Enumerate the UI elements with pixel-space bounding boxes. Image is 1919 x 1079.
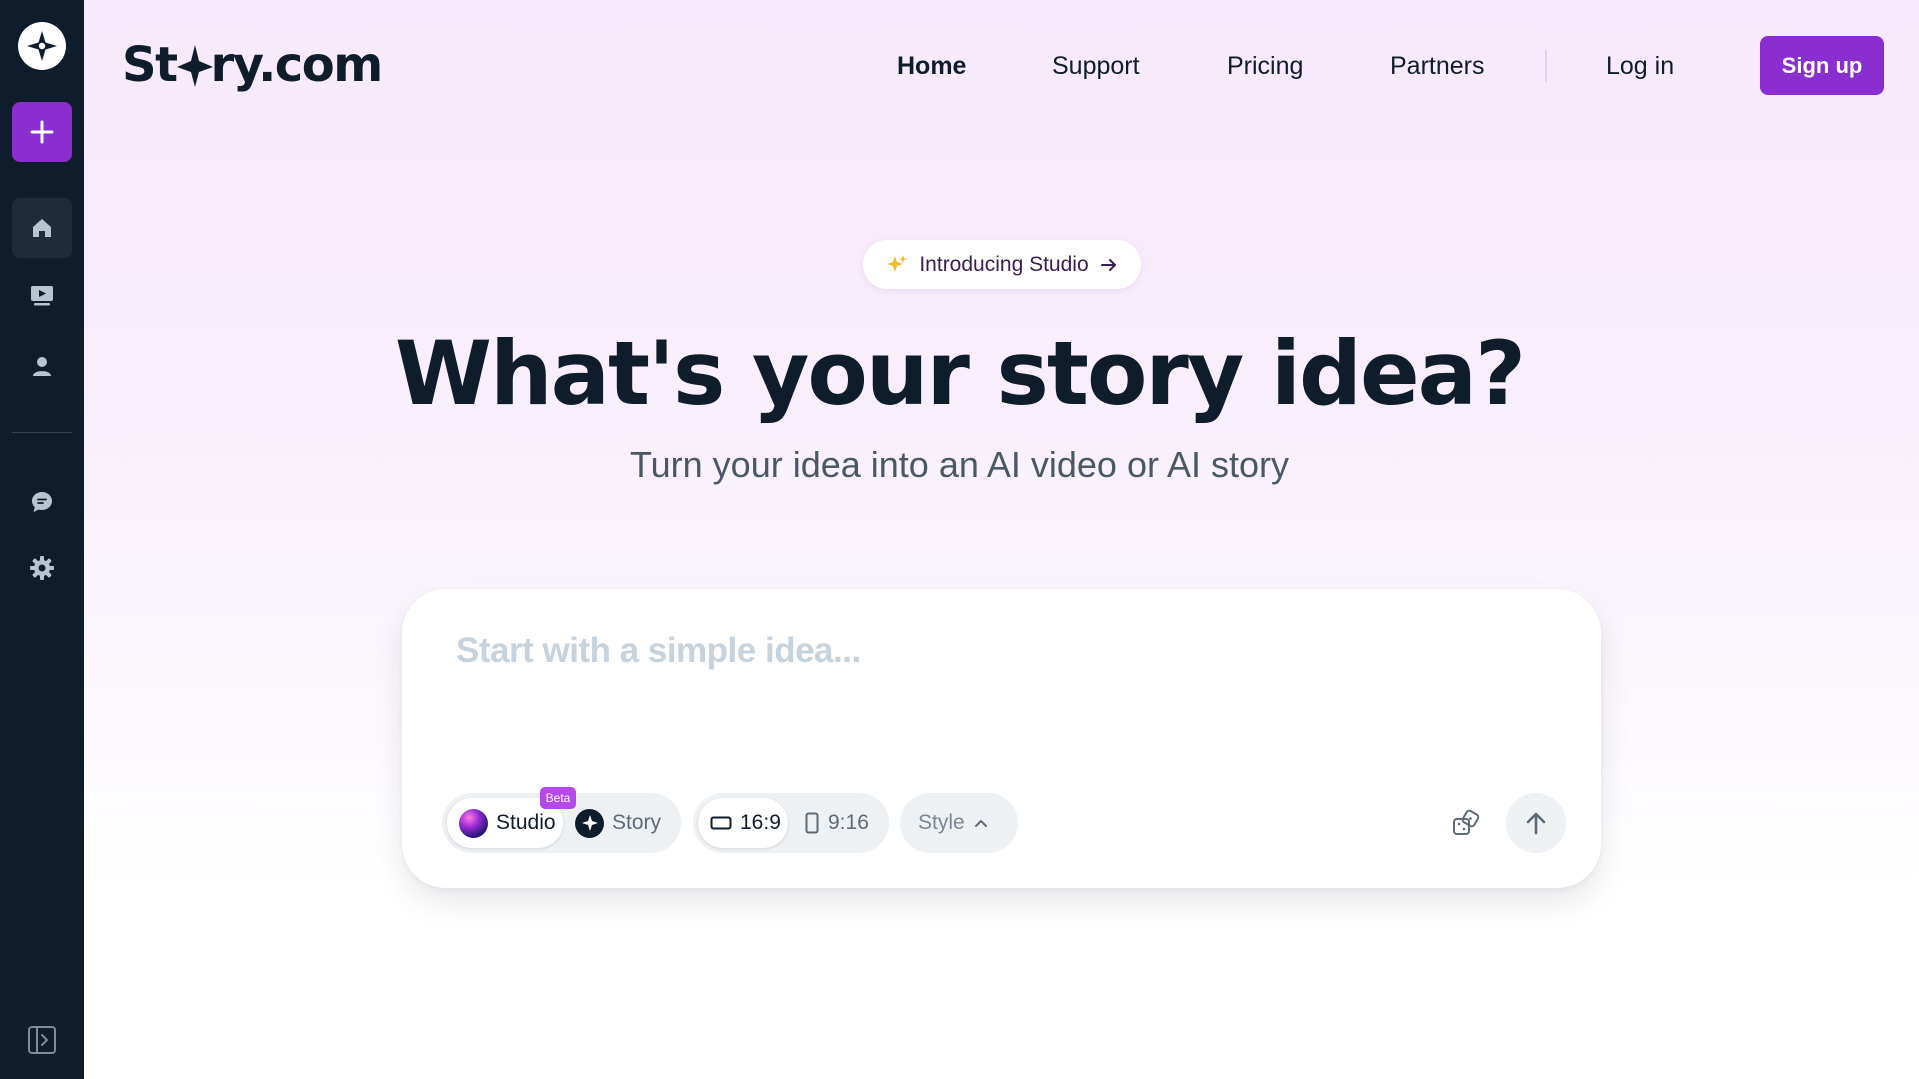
sidebar — [0, 0, 84, 1079]
video-library-icon — [31, 286, 53, 306]
sparkles-icon — [887, 254, 908, 272]
aspect-9-16-label: 9:16 — [828, 811, 869, 834]
chevron-up-icon — [974, 820, 987, 827]
page-subtitle: Turn your idea into an AI video or AI st… — [629, 444, 1290, 485]
random-idea-button[interactable] — [1444, 800, 1490, 846]
sidebar-item-home[interactable] — [12, 198, 72, 258]
nav-support-link[interactable]: Support — [1052, 44, 1140, 88]
main-area — [84, 0, 1919, 1079]
new-story-button[interactable] — [12, 102, 72, 162]
story-icon — [575, 808, 604, 838]
signup-button[interactable]: Sign up — [1760, 36, 1884, 95]
sidebar-toggle-icon — [28, 1026, 56, 1054]
mode-story-option[interactable]: Story — [571, 798, 677, 848]
prompt-card: Studio Story 16:9 9:16 Style — [402, 589, 1601, 888]
nav-home-link[interactable]: Home — [897, 44, 966, 88]
mode-story-label: Story — [612, 811, 662, 834]
style-dropdown-content: Style — [918, 798, 989, 848]
submit-idea-button[interactable] — [1506, 793, 1566, 853]
collapse-sidebar-button[interactable] — [16, 1014, 68, 1066]
idea-input[interactable] — [454, 629, 1548, 753]
nav-divider — [1545, 50, 1547, 82]
mode-studio-label: Studio — [496, 811, 556, 834]
style-label: Style — [918, 811, 965, 834]
home-icon — [33, 219, 51, 237]
studio-icon — [459, 808, 488, 838]
sidebar-item-videos[interactable] — [12, 266, 72, 326]
beta-badge: Beta — [540, 787, 576, 809]
aspect-ratio-selector: 16:9 9:16 — [693, 793, 889, 853]
nav-pricing-link[interactable]: Pricing — [1227, 44, 1303, 88]
aspect-16-9-option[interactable]: 16:9 — [698, 798, 788, 848]
aspect-16-9-label: 16:9 — [740, 811, 781, 834]
arrow-right-icon — [1100, 258, 1116, 271]
landscape-icon — [710, 816, 732, 830]
nav-login-link[interactable]: Log in — [1606, 44, 1674, 88]
dice-icon — [1453, 809, 1480, 835]
portrait-icon — [805, 812, 819, 834]
arrow-up-icon — [1526, 812, 1546, 835]
page-title: What's your story idea? — [394, 322, 1526, 425]
style-dropdown[interactable]: Style — [900, 793, 1018, 853]
chat-bubble-icon — [32, 492, 52, 512]
pill-label: Introducing Studio — [919, 252, 1089, 276]
aspect-9-16-option[interactable]: 9:16 — [796, 798, 884, 848]
introducing-studio-pill[interactable]: Introducing Studio — [863, 240, 1141, 289]
top-nav: Home Support Pricing Partners Log in — [0, 44, 1919, 88]
sidebar-item-settings[interactable] — [12, 538, 72, 598]
nav-partners-link[interactable]: Partners — [1390, 44, 1484, 88]
plus-icon — [30, 120, 54, 144]
gear-icon — [30, 556, 54, 580]
sidebar-divider — [12, 432, 72, 433]
